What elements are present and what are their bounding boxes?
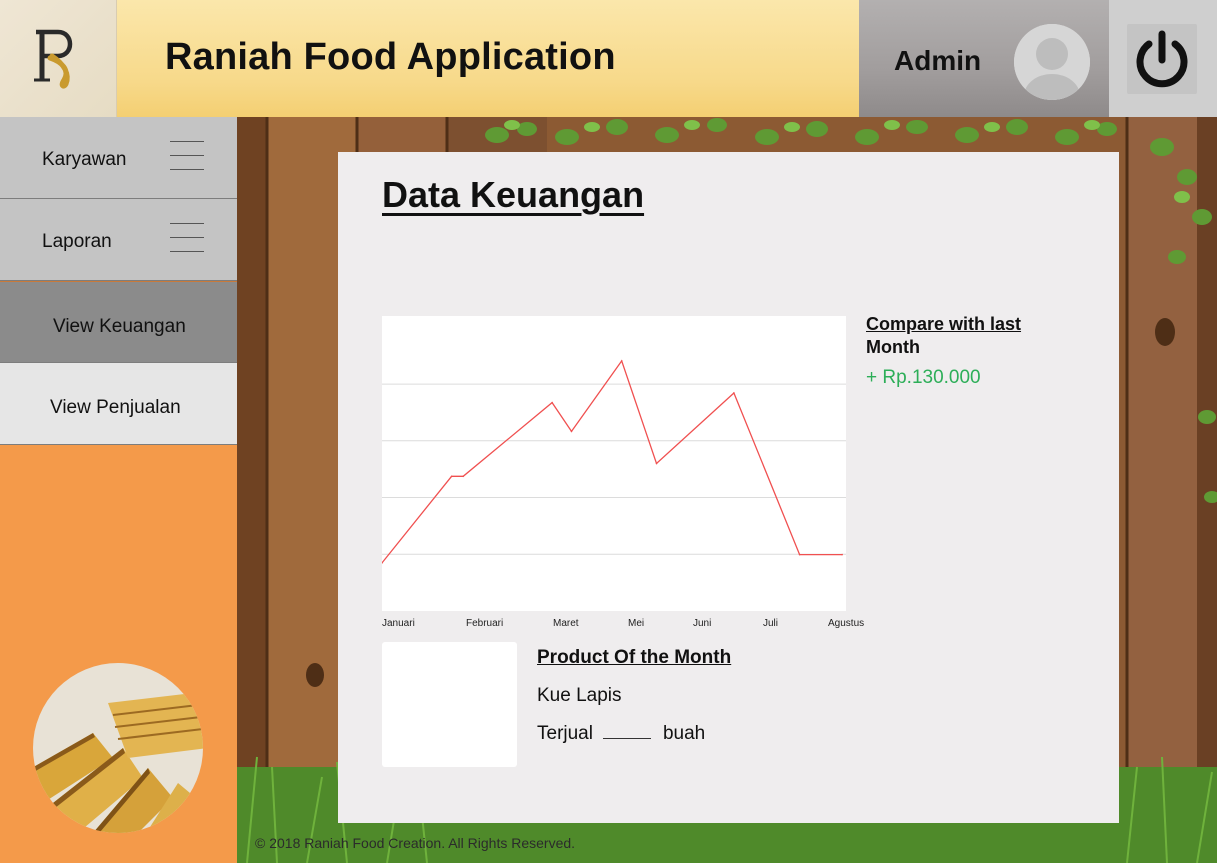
- app-title: Raniah Food Application: [165, 36, 616, 78]
- sidebar: Karyawan Laporan View Keuangan View Penj…: [0, 117, 237, 863]
- user-avatar-icon: [1014, 24, 1090, 100]
- chart-point: [841, 553, 843, 556]
- chart-point: [620, 360, 623, 362]
- chart-point: [655, 462, 658, 465]
- power-area: [1109, 0, 1217, 117]
- sidebar-item-view-penjualan[interactable]: View Penjualan: [0, 363, 237, 445]
- chart-x-tick-label: Februari: [466, 618, 504, 629]
- sold-count-blank: [602, 738, 651, 739]
- sidebar-item-label: View Penjualan: [50, 397, 181, 418]
- line-chart: [382, 316, 846, 611]
- chart-x-tick-label: Maret: [553, 618, 579, 629]
- product-of-month-title: Product Of the Month: [537, 647, 732, 668]
- chart-x-tick-label: Mei: [628, 618, 645, 629]
- chart-x-tick-label: Januari: [382, 618, 415, 629]
- hamburger-menu-icon[interactable]: [170, 141, 204, 173]
- logout-button[interactable]: [1127, 24, 1197, 94]
- chart-svg: [382, 359, 846, 564]
- product-image-placeholder: [382, 642, 517, 767]
- sidebar-item-laporan[interactable]: Laporan: [0, 199, 237, 281]
- compare-section: Compare with last Month + Rp.130.000: [866, 313, 1086, 389]
- chart-point: [551, 401, 553, 404]
- product-name: Kue Lapis: [537, 685, 622, 706]
- logo[interactable]: [0, 0, 117, 117]
- product-of-month: Product Of the Month Kue Lapis Terjual b…: [537, 647, 731, 745]
- chart-x-tick-label: Juli: [763, 618, 779, 629]
- compare-title-line1: Compare with last: [866, 314, 1022, 334]
- chart-x-tick-label: Juni: [693, 618, 712, 629]
- chart-point: [798, 553, 801, 556]
- user-label: Admin: [894, 45, 982, 76]
- main-card: Data Keuangan Januari Februari Maret Mei Jun…: [338, 152, 1119, 823]
- compare-title: Compare with last Month: [866, 313, 1086, 359]
- chart-point: [570, 430, 573, 433]
- title-bar: Raniah Food Application: [117, 0, 859, 117]
- sidebar-item-karyawan[interactable]: Karyawan: [0, 117, 237, 199]
- chart-point: [450, 475, 453, 478]
- compare-title-line2: Month: [866, 337, 920, 357]
- page-title: Data Keuangan: [382, 174, 645, 215]
- raniah-r-logo-icon: [34, 29, 73, 89]
- sold-prefix: Terjual: [537, 723, 593, 744]
- kue-lapis-photo: [33, 663, 203, 833]
- chart-x-axis: Januari Februari Maret Mei Juni Juli Agustus: [378, 618, 878, 632]
- sidebar-item-view-keuangan[interactable]: View Keuangan: [0, 281, 237, 363]
- chart-point: [462, 475, 464, 478]
- power-icon: [1136, 30, 1188, 88]
- chart-point: [733, 392, 735, 394]
- app-header: Raniah Food Application Admin: [0, 0, 1217, 117]
- chart-x-tick-label: Agustus: [828, 618, 865, 629]
- sidebar-item-label: View Keuangan: [53, 316, 186, 337]
- chart-series-line: [382, 359, 843, 564]
- user-area[interactable]: Admin: [859, 0, 1109, 117]
- sold-suffix: buah: [662, 723, 706, 744]
- sidebar-item-label: Laporan: [42, 231, 112, 252]
- avatar[interactable]: [1014, 24, 1090, 100]
- footer-copyright: © 2018 Raniah Food Creation. All Rights …: [255, 835, 576, 851]
- compare-value: + Rp.130.000: [866, 367, 981, 388]
- hamburger-menu-icon[interactable]: [170, 223, 204, 255]
- product-sold-row: Terjual buah: [537, 723, 731, 745]
- sidebar-item-label: Karyawan: [42, 149, 127, 170]
